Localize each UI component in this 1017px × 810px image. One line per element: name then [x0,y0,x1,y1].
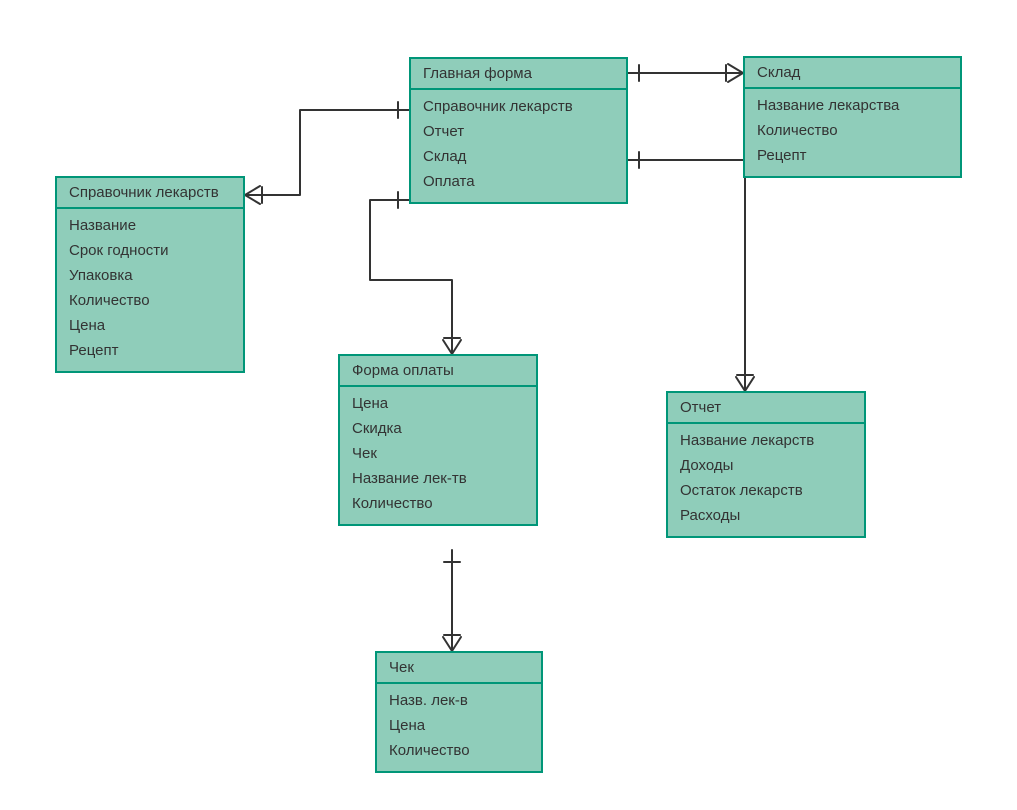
entity-title: Отчет [668,393,864,424]
entity-attrs: Название лекарства Количество Рецепт [745,89,960,176]
entity-attr: Склад [423,144,616,169]
entity-attrs: Название лекарств Доходы Остаток лекарст… [668,424,864,536]
entity-attr: Срок годности [69,238,233,263]
entity-attr: Количество [352,491,526,516]
entity-attr: Остаток лекарств [680,478,854,503]
entity-forma-oplaty: Форма оплаты Цена Скидка Чек Название ле… [338,354,538,526]
entity-attrs: Справочник лекарств Отчет Склад Оплата [411,90,626,202]
entity-attr: Название [69,213,233,238]
entity-attrs: Назв. лек-в Цена Количество [377,684,541,771]
entity-title: Склад [745,58,960,89]
entity-attr: Название лек-тв [352,466,526,491]
entity-attr: Чек [352,441,526,466]
entity-attr: Справочник лекарств [423,94,616,119]
entity-spravochnik: Справочник лекарств Название Срок годнос… [55,176,245,373]
entity-title: Чек [377,653,541,684]
entity-attr: Цена [389,713,531,738]
entity-title: Справочник лекарств [57,178,243,209]
entity-attr: Рецепт [69,338,233,363]
entity-title: Главная форма [411,59,626,90]
entity-attr: Количество [69,288,233,313]
entity-attr: Скидка [352,416,526,441]
entity-attr: Доходы [680,453,854,478]
entity-attr: Расходы [680,503,854,528]
entity-title: Форма оплаты [340,356,536,387]
entity-attr: Цена [69,313,233,338]
entity-sklad: Склад Название лекарства Количество Реце… [743,56,962,178]
entity-attr: Цена [352,391,526,416]
entity-attr: Отчет [423,119,616,144]
entity-attr: Название лекарств [680,428,854,453]
entity-otchet: Отчет Название лекарств Доходы Остаток л… [666,391,866,538]
entity-attr: Количество [389,738,531,763]
entity-chek: Чек Назв. лек-в Цена Количество [375,651,543,773]
entity-attr: Оплата [423,169,616,194]
entity-attr: Количество [757,118,950,143]
entity-attrs: Название Срок годности Упаковка Количест… [57,209,243,371]
entity-attr: Рецепт [757,143,950,168]
entity-main-form: Главная форма Справочник лекарств Отчет … [409,57,628,204]
entity-attr: Название лекарства [757,93,950,118]
entity-attr: Назв. лек-в [389,688,531,713]
entity-attr: Упаковка [69,263,233,288]
entity-attrs: Цена Скидка Чек Название лек-тв Количест… [340,387,536,524]
